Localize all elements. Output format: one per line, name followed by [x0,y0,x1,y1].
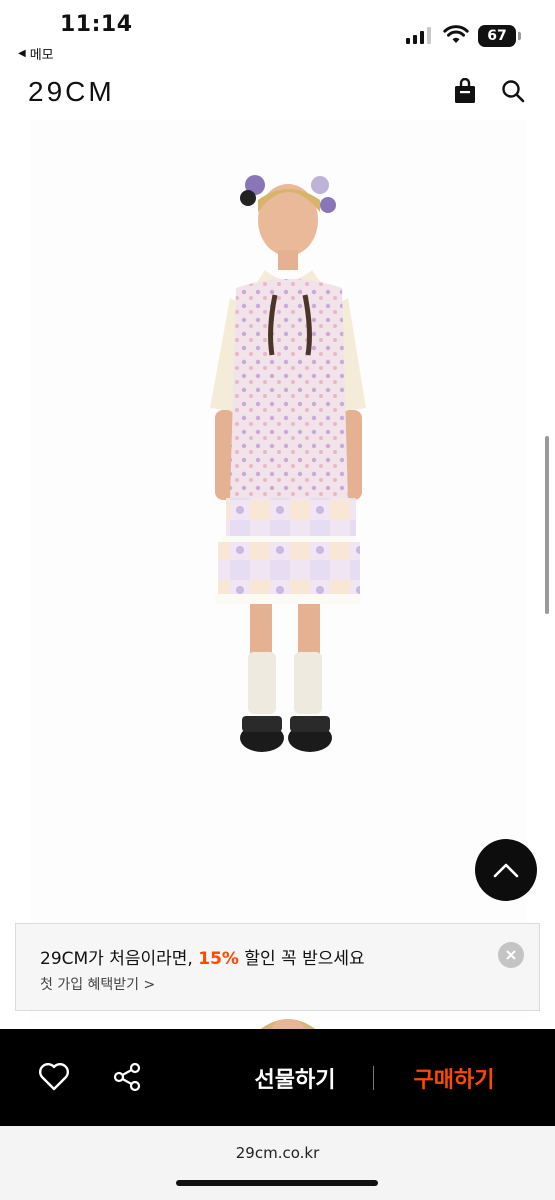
wifi-icon [443,25,469,43]
next-image-peek [258,1019,318,1031]
promo-headline: 29CM가 처음이라면, 15% 할인 꼭 받으세요 [40,944,365,969]
product-image[interactable] [30,120,527,1020]
battery-icon: 67 [478,25,521,47]
url-text[interactable]: 29cm.co.kr [0,1144,555,1162]
promo-signup-link[interactable]: 첫 가입 혜택받기 > [40,974,155,994]
signup-promo-banner[interactable]: 29CM가 처음이라면, 15% 할인 꼭 받으세요 첫 가입 혜택받기 > [15,923,540,1011]
close-icon [506,950,516,960]
status-bar: 11:14 67 [0,0,555,47]
divider [373,1066,374,1090]
heart-icon[interactable] [38,1062,70,1092]
back-triangle-icon: ◀ [18,48,26,59]
chevron-up-icon [493,863,519,878]
promo-text-after: 할인 꼭 받으세요 [238,949,365,969]
share-icon[interactable] [112,1062,142,1092]
promo-close-button[interactable] [498,942,524,968]
search-icon[interactable] [501,79,525,103]
status-time: 11:14 [60,12,133,37]
site-logo[interactable]: 29CM [28,76,115,108]
promo-discount: 15% [198,949,239,969]
gift-button[interactable]: 선물하기 [232,1059,358,1097]
shopping-bag-icon[interactable] [453,78,477,104]
back-app-label: 메모 [29,48,54,63]
bottom-action-bar: 선물하기 구매하기 [0,1029,555,1126]
browser-url-bar[interactable]: 29cm.co.kr [0,1126,555,1200]
back-to-app-link[interactable]: ◀ 메모 [18,44,54,63]
buy-button[interactable]: 구매하기 [392,1059,516,1097]
promo-text-before: 29CM가 처음이라면, [40,949,199,969]
scroll-top-button[interactable] [475,839,537,901]
model-photo [210,175,366,752]
site-header: 29CM [0,66,555,120]
scrollbar[interactable] [545,436,549,614]
home-indicator[interactable] [176,1180,378,1186]
signal-icon [406,26,431,44]
